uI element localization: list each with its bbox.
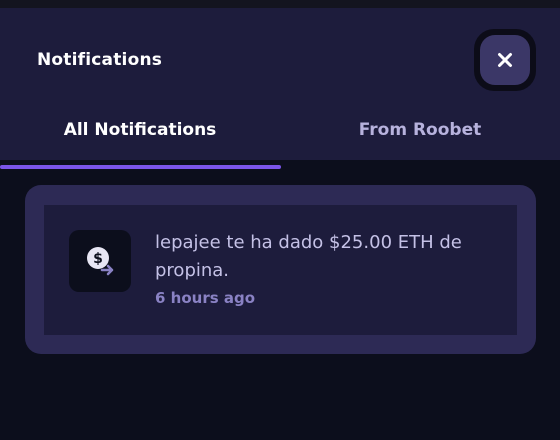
tab-from-roobet-label: From Roobet: [358, 120, 482, 140]
active-tab-indicator: [0, 165, 281, 169]
notification-card[interactable]: $ lepajee te ha dado $25.00 ETH de propi…: [25, 185, 536, 354]
top-edge: [0, 0, 560, 8]
notification-item[interactable]: $ lepajee te ha dado $25.00 ETH de propi…: [44, 205, 517, 335]
dollar-transfer-icon: $: [87, 247, 114, 276]
close-button[interactable]: [474, 29, 536, 91]
svg-text:$: $: [93, 251, 103, 267]
close-icon: [498, 53, 512, 67]
notifications-header: Notifications All Notifications From Roo…: [0, 8, 560, 169]
close-button-inner[interactable]: [480, 35, 530, 85]
notification-timestamp: 6 hours ago: [155, 289, 256, 307]
tab-from-roobet[interactable]: From Roobet: [280, 120, 560, 160]
notification-message: lepajee te ha dado $25.00 ETH de propina…: [155, 232, 462, 281]
page-title: Notifications: [37, 50, 163, 70]
notification-icon-box: $: [69, 230, 131, 292]
tab-all-notifications-label: All Notifications: [63, 120, 217, 140]
tab-all-notifications[interactable]: All Notifications: [0, 120, 280, 160]
